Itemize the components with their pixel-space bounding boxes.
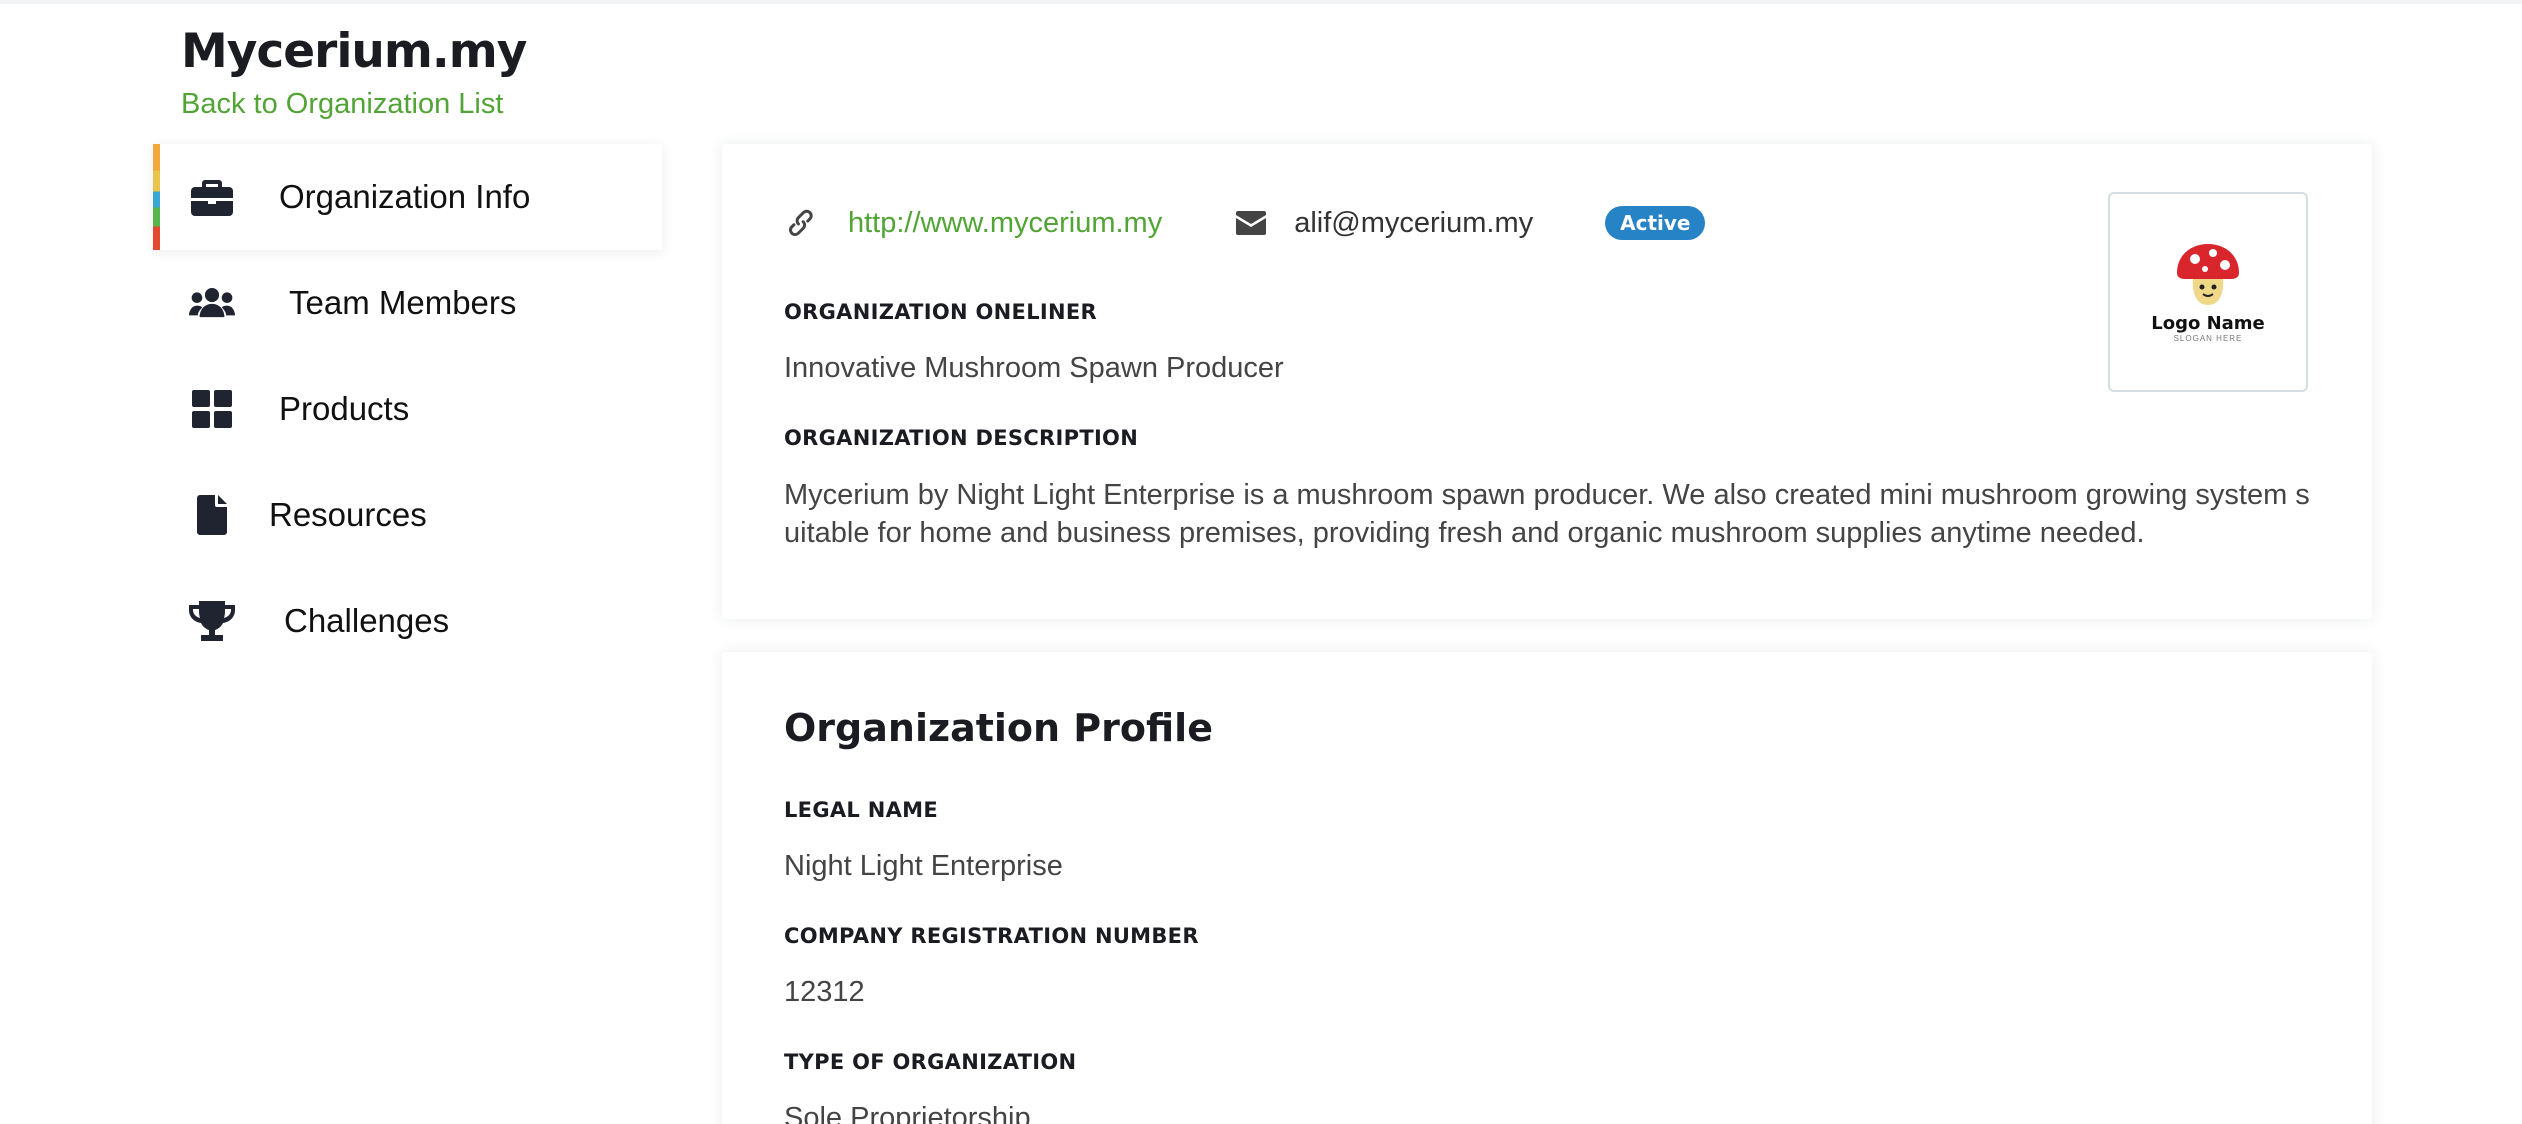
organization-type-label: TYPE OF ORGANIZATION <box>784 1050 1077 1074</box>
contact-row: http://www.mycerium.my alif@mycerium.my … <box>784 206 1706 240</box>
sidebar-nav: Organization Info Team Members Products … <box>153 144 662 674</box>
website-link[interactable]: http://www.mycerium.my <box>848 207 1162 240</box>
link-icon <box>784 206 818 240</box>
sidebar-item-products[interactable]: Products <box>153 356 662 462</box>
profile-title: Organization Profile <box>784 706 1213 750</box>
users-icon <box>189 280 235 326</box>
sidebar-item-label: Organization Info <box>279 178 531 215</box>
registration-number-label: COMPANY REGISTRATION NUMBER <box>784 924 1199 948</box>
sidebar-item-label: Challenges <box>284 602 450 639</box>
file-icon <box>189 492 235 538</box>
sidebar-item-organization-info[interactable]: Organization Info <box>153 144 662 250</box>
registration-number-value: 12312 <box>784 976 865 1008</box>
oneliner-label: ORGANIZATION ONELINER <box>784 300 1097 324</box>
sidebar-item-label: Team Members <box>289 284 517 321</box>
legal-name-label: LEGAL NAME <box>784 798 938 822</box>
status-badge: Active <box>1605 206 1706 240</box>
logo-name-text: Logo Name <box>2151 313 2265 334</box>
sidebar-item-challenges[interactable]: Challenges <box>153 568 662 674</box>
sidebar-item-label: Products <box>279 390 410 427</box>
trophy-icon <box>189 598 235 644</box>
back-to-list-link[interactable]: Back to Organization List <box>181 88 503 121</box>
sidebar-item-label: Resources <box>269 496 427 533</box>
grid-icon <box>189 386 235 432</box>
sidebar-item-resources[interactable]: Resources <box>153 462 662 568</box>
briefcase-icon <box>189 174 235 220</box>
brand-title: Mycerium.my <box>181 24 527 79</box>
mushroom-logo-icon <box>2177 244 2239 305</box>
sidebar-item-team-members[interactable]: Team Members <box>153 250 662 356</box>
description-label: ORGANIZATION DESCRIPTION <box>784 426 1139 450</box>
top-border <box>0 0 2522 4</box>
organization-type-value: Sole Proprietorship <box>784 1102 1031 1124</box>
email-text: alif@mycerium.my <box>1294 206 1534 239</box>
oneliner-value: Innovative Mushroom Spawn Producer <box>784 352 1284 384</box>
logo-slogan-text: SLOGAN HERE <box>2173 334 2243 343</box>
organization-info-card: http://www.mycerium.my alif@mycerium.my … <box>722 144 2372 619</box>
legal-name-value: Night Light Enterprise <box>784 850 1063 882</box>
organization-logo: Logo Name SLOGAN HERE <box>2108 192 2308 392</box>
description-value: Mycerium by Night Light Enterprise is a … <box>784 479 2310 549</box>
organization-profile-card: Organization Profile LEGAL NAME Night Li… <box>722 652 2372 1124</box>
envelope-icon <box>1234 206 1268 240</box>
